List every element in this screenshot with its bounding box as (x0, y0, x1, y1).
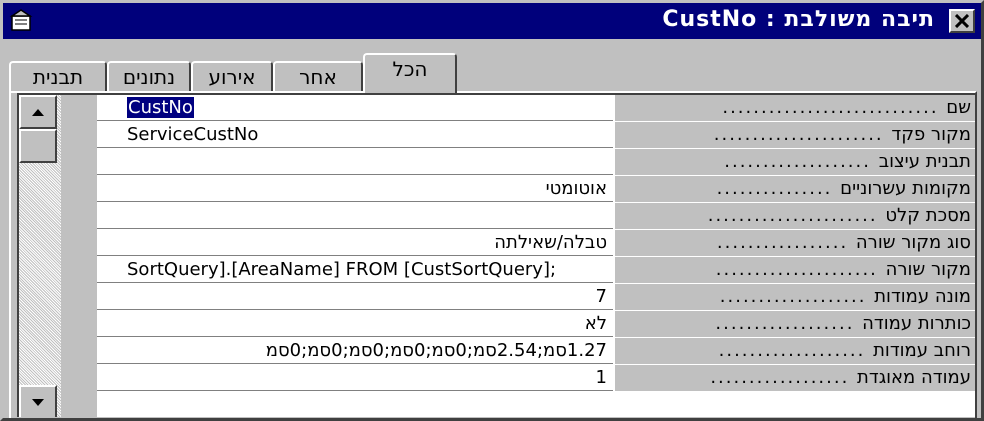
property-grid: CustNo שם ............................ Ser… (17, 93, 975, 417)
property-row[interactable]: מסכת קלט ...................... (97, 203, 975, 230)
tab-data[interactable]: נתונים (107, 61, 191, 93)
property-label[interactable]: סוג מקור שורה ................. (615, 230, 975, 256)
scroll-down-button[interactable] (19, 385, 57, 417)
property-value-field[interactable]: אוטומטי (97, 176, 613, 202)
tab-event[interactable]: אירוע (191, 61, 273, 93)
leader-dots: ................. (716, 232, 856, 253)
property-label-text: סוג מקור שורה (855, 232, 971, 253)
property-row[interactable]: CustNo שם ............................ (97, 95, 975, 122)
property-label-text: מקומות עשרוניים (840, 178, 971, 199)
tab-all[interactable]: הכל (363, 53, 457, 93)
property-row[interactable]: ServiceCustNo מקור פקד ..................… (97, 122, 975, 149)
vertical-scrollbar[interactable] (19, 95, 61, 417)
property-label[interactable]: מקור שורה ..................... (615, 257, 975, 283)
property-value-field[interactable]: ServiceCustNo (97, 122, 613, 148)
close-icon (955, 14, 969, 28)
property-row[interactable]: 7 מונה עמודות ................... (97, 284, 975, 311)
arrow-up-icon (32, 109, 44, 116)
property-value-text: לא (584, 313, 607, 334)
arrow-down-icon (32, 399, 44, 406)
leader-dots: ................... (724, 151, 879, 172)
leader-dots: ...................... (713, 124, 892, 145)
property-value-text: אוטומטי (545, 178, 607, 199)
scroll-up-button[interactable] (19, 95, 57, 129)
window-title: תיבה משולבת : CustNo (662, 7, 935, 32)
leader-dots: ...................... (707, 205, 886, 226)
property-label[interactable]: שם ............................ (615, 95, 975, 121)
leader-dots: ..................... (715, 259, 886, 280)
tab-format[interactable]: תבנית (9, 61, 107, 93)
leader-dots: ................... (718, 340, 874, 361)
property-row[interactable]: תבנית עיצוב ................... (97, 149, 975, 176)
scroll-thumb[interactable] (19, 129, 57, 163)
tab-strip: הכל אחר אירוע נתונים תבנית (3, 39, 981, 97)
property-row[interactable]: SortQuery].[AreaName] FROM [CustSortQuer… (97, 257, 975, 284)
property-value-field[interactable]: לא (97, 311, 613, 337)
property-value-text: 7 (595, 286, 607, 307)
property-value-field[interactable]: 7 (97, 284, 613, 310)
leader-dots: .................. (710, 367, 858, 388)
property-label[interactable]: מקור פקד ...................... (615, 122, 975, 148)
title-bar[interactable]: תיבה משולבת : CustNo (3, 3, 981, 39)
property-label-text: תבנית עיצוב (878, 151, 971, 172)
leader-dots: ................... (719, 286, 875, 307)
property-label[interactable]: מסכת קלט ...................... (615, 203, 975, 229)
property-label[interactable]: מקומות עשרוניים ............... (615, 176, 975, 202)
property-row[interactable]: אוטומטי מקומות עשרוניים ............... (97, 176, 975, 203)
property-value-text: ServiceCustNo (127, 124, 259, 145)
property-value-field[interactable]: 1.27סמ;2.54סמ;0סמ;0סמ;0סמ;0סמ;0סמ (97, 338, 613, 364)
property-value-text: SortQuery].[AreaName] FROM [CustSortQuer… (127, 259, 557, 280)
property-label-text: מונה עמודות (874, 286, 971, 307)
property-value-field[interactable]: CustNo (97, 95, 613, 121)
leader-dots: ............................ (722, 97, 947, 118)
property-row[interactable]: 1.27סמ;2.54סמ;0סמ;0סמ;0סמ;0סמ;0סמ רוחב עמ… (97, 338, 975, 365)
property-value-field[interactable]: 1 (97, 365, 613, 391)
property-label[interactable]: מונה עמודות ................... (615, 284, 975, 310)
property-label-text: מקור פקד (891, 124, 971, 145)
close-button[interactable] (949, 9, 975, 33)
property-value-field[interactable]: SortQuery].[AreaName] FROM [CustSortQuer… (97, 257, 613, 283)
property-label-text: עמודה מאוגדת (857, 367, 971, 388)
property-sheet-window: תיבה משולבת : CustNo הכל אחר אירוע נתוני… (0, 0, 984, 421)
property-row[interactable]: לא כותרות עמודה .................. (97, 311, 975, 338)
tab-other[interactable]: אחר (273, 61, 363, 93)
leader-dots: .................. (715, 313, 863, 334)
property-label[interactable]: כותרות עמודה .................. (615, 311, 975, 337)
property-row[interactable]: טבלה/שאילתה סוג מקור שורה ...............… (97, 230, 975, 257)
property-label-text: רוחב עמודות (873, 340, 971, 361)
property-sheet-icon[interactable] (9, 8, 35, 34)
property-label-text: מקור שורה (885, 259, 971, 280)
property-label[interactable]: רוחב עמודות ................... (615, 338, 975, 364)
property-row[interactable]: 1 עמודה מאוגדת .................. (97, 365, 975, 392)
property-value-field[interactable] (97, 149, 613, 175)
property-label-text: כותרות עמודה (862, 313, 971, 334)
property-value-text: CustNo (127, 97, 194, 118)
property-label[interactable]: תבנית עיצוב ................... (615, 149, 975, 175)
property-label[interactable]: עמודה מאוגדת .................. (615, 365, 975, 391)
property-value-text: 1.27סמ;2.54סמ;0סמ;0סמ;0סמ;0סמ;0סמ (265, 340, 607, 361)
leader-dots: ............... (716, 178, 841, 199)
property-value-text: טבלה/שאילתה (494, 232, 607, 253)
grid-gutter (61, 95, 97, 417)
property-value-field[interactable] (97, 203, 613, 229)
property-label-text: מסכת קלט (885, 205, 971, 226)
property-value-field[interactable]: טבלה/שאילתה (97, 230, 613, 256)
property-label-text: שם (946, 97, 971, 118)
property-value-text: 1 (595, 367, 607, 388)
